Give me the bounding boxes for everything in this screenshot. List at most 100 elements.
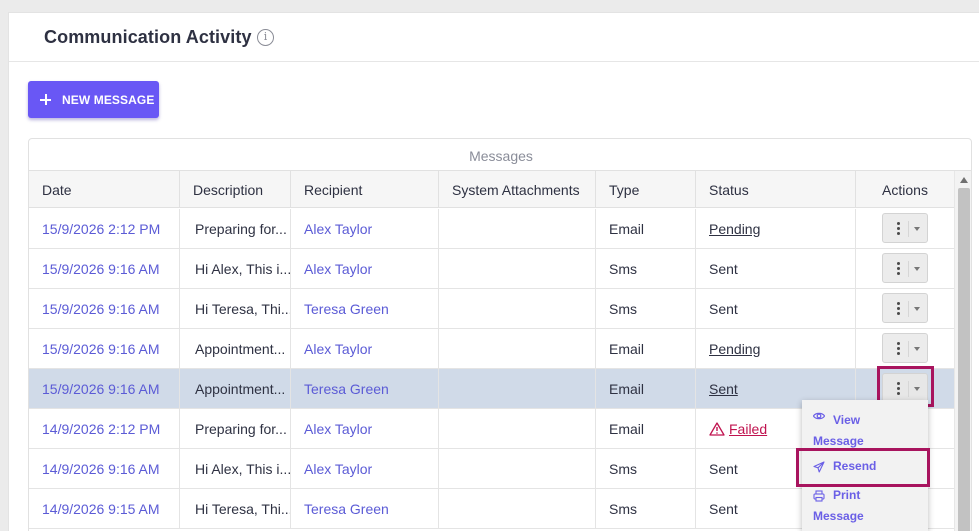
cell-type: Email <box>596 409 696 448</box>
button-divider <box>908 381 909 397</box>
table-row[interactable]: 15/9/2026 9:16 AM Hi Alex, This i... Alex … <box>29 249 954 289</box>
recipient-link[interactable]: Alex Taylor <box>304 221 372 237</box>
date-link[interactable]: 15/9/2026 9:16 AM <box>42 261 160 277</box>
more-vertical-icon <box>897 222 900 236</box>
cell-date: 14/9/2026 9:15 AM <box>29 489 180 528</box>
cell-recipient: Teresa Green <box>291 369 439 408</box>
menu-item-print-message[interactable]: Print Message <box>802 486 928 528</box>
cell-actions <box>856 329 954 368</box>
recipient-link[interactable]: Alex Taylor <box>304 341 372 357</box>
card-header: Communication Activity i <box>9 13 979 62</box>
cell-recipient: Alex Taylor <box>291 249 439 288</box>
cell-system-attachments <box>439 449 596 488</box>
send-icon <box>813 461 825 473</box>
table-row[interactable]: 15/9/2026 9:16 AM Appointment... Alex Tayl… <box>29 329 954 369</box>
cell-system-attachments <box>439 289 596 328</box>
recipient-link[interactable]: Alex Taylor <box>304 461 372 477</box>
cell-type: Sms <box>596 489 696 528</box>
info-icon[interactable]: i <box>257 29 274 46</box>
type-text: Email <box>609 381 645 397</box>
cell-description: Hi Teresa, Thi... <box>180 489 291 528</box>
status-text[interactable]: Pending <box>709 341 760 357</box>
cell-date: 15/9/2026 2:12 PM <box>29 209 180 248</box>
recipient-link[interactable]: Teresa Green <box>304 301 389 317</box>
column-header-recipient[interactable]: Recipient <box>291 171 439 208</box>
column-header-type[interactable]: Type <box>596 171 696 208</box>
printer-icon <box>813 490 825 502</box>
button-divider <box>908 341 909 357</box>
row-actions-button[interactable] <box>882 213 928 243</box>
more-vertical-icon <box>897 382 900 396</box>
date-link[interactable]: 14/9/2026 9:15 AM <box>42 501 160 517</box>
new-message-label: NEW MESSAGE <box>62 92 155 107</box>
type-text: Sms <box>609 261 637 277</box>
cell-date: 15/9/2026 9:16 AM <box>29 249 180 288</box>
cell-description: Preparing for... <box>180 209 291 248</box>
scroll-thumb[interactable] <box>958 188 970 531</box>
caret-down-icon <box>914 347 920 351</box>
vertical-scrollbar[interactable] <box>954 171 971 531</box>
column-header-system-attachments[interactable]: System Attachments <box>439 171 596 208</box>
column-header-description[interactable]: Description <box>180 171 291 208</box>
column-header-status[interactable]: Status <box>696 171 856 208</box>
cell-description: Appointment... <box>180 369 291 408</box>
row-actions-button[interactable] <box>882 293 928 323</box>
date-link[interactable]: 14/9/2026 9:16 AM <box>42 461 160 477</box>
table-row[interactable]: 15/9/2026 2:12 PM Preparing for... Alex Ta… <box>29 209 954 249</box>
type-text: Email <box>609 221 645 237</box>
cell-status: Pending <box>696 209 856 248</box>
menu-item-label: Resend <box>833 459 877 473</box>
recipient-link[interactable]: Alex Taylor <box>304 421 372 437</box>
column-header-date[interactable]: Date <box>29 171 180 208</box>
recipient-link[interactable]: Teresa Green <box>304 381 389 397</box>
cell-date: 14/9/2026 2:12 PM <box>29 409 180 448</box>
cell-status: Sent <box>696 289 856 328</box>
cell-recipient: Teresa Green <box>291 289 439 328</box>
date-link[interactable]: 15/9/2026 9:16 AM <box>42 301 160 317</box>
status-text[interactable]: Pending <box>709 221 760 237</box>
date-link[interactable]: 15/9/2026 2:12 PM <box>42 221 160 237</box>
row-actions-menu: View Message Resend Print Message <box>802 400 928 531</box>
button-divider <box>908 301 909 317</box>
status-text[interactable]: Sent <box>709 381 738 397</box>
cell-actions <box>856 289 954 328</box>
cell-date: 15/9/2026 9:16 AM <box>29 329 180 368</box>
new-message-button[interactable]: NEW MESSAGE <box>28 81 159 118</box>
menu-item-view-message[interactable]: View Message <box>802 406 928 448</box>
row-actions-button[interactable] <box>882 333 928 363</box>
table-row[interactable]: 15/9/2026 9:16 AM Hi Teresa, Thi... Teresa… <box>29 289 954 329</box>
row-actions-button[interactable] <box>882 373 928 403</box>
date-link[interactable]: 14/9/2026 2:12 PM <box>42 421 160 437</box>
more-vertical-icon <box>897 302 900 316</box>
cell-status: Sent <box>696 249 856 288</box>
row-actions-button[interactable] <box>882 253 928 283</box>
menu-item-label-line2: Message <box>813 509 864 523</box>
page-title: Communication Activity <box>44 27 252 47</box>
cell-system-attachments <box>439 369 596 408</box>
plus-icon <box>40 94 51 105</box>
description-text: Preparing for... <box>195 421 287 437</box>
date-link[interactable]: 15/9/2026 9:16 AM <box>42 341 160 357</box>
status-text[interactable]: Failed <box>729 421 767 437</box>
cell-description: Hi Alex, This i... <box>180 249 291 288</box>
menu-item-resend[interactable]: Resend <box>802 452 928 482</box>
caret-down-icon <box>914 227 920 231</box>
scroll-up-arrow-icon[interactable] <box>960 177 968 183</box>
menu-item-label-line2: Message <box>813 434 864 448</box>
status-text: Sent <box>709 461 738 477</box>
cell-type: Email <box>596 209 696 248</box>
eye-icon <box>813 412 825 420</box>
cell-description: Appointment... <box>180 329 291 368</box>
recipient-link[interactable]: Alex Taylor <box>304 261 372 277</box>
date-link[interactable]: 15/9/2026 9:16 AM <box>42 381 160 397</box>
description-text: Hi Alex, This i... <box>195 461 291 477</box>
cell-recipient: Alex Taylor <box>291 209 439 248</box>
button-divider <box>908 221 909 237</box>
cell-system-attachments <box>439 409 596 448</box>
cell-system-attachments <box>439 489 596 528</box>
menu-item-label: View <box>833 413 861 427</box>
recipient-link[interactable]: Teresa Green <box>304 501 389 517</box>
menu-item-label: Print <box>833 488 861 502</box>
description-text: Hi Teresa, Thi... <box>195 501 291 517</box>
cell-system-attachments <box>439 329 596 368</box>
